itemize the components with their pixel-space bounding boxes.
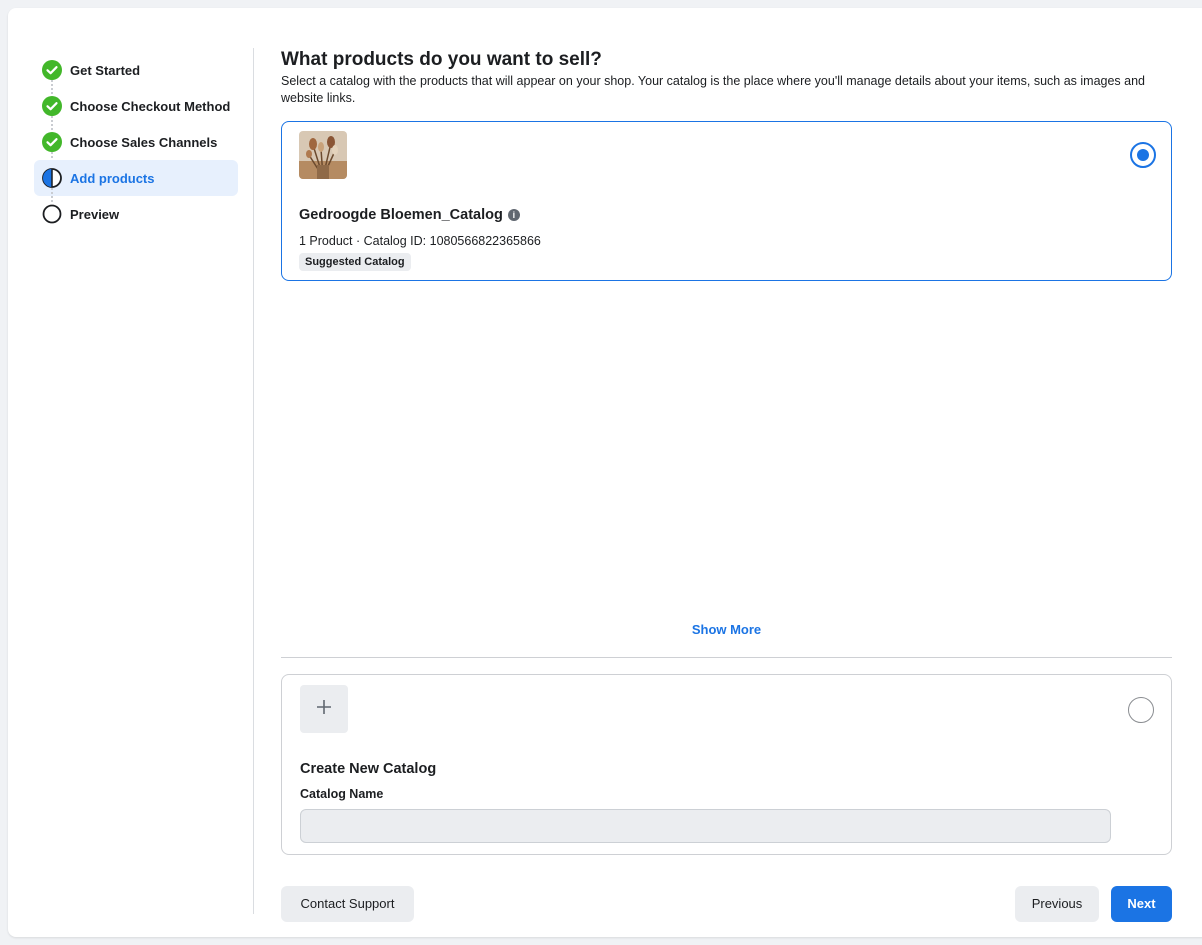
step-add-products[interactable]: Add products [34,160,238,204]
info-icon[interactable]: i [507,209,520,221]
catalog-option-card[interactable]: Gedroogde Bloemen_Catalog i 1 Product · … [281,121,1172,281]
step-label: Get Started [70,62,141,78]
catalog-name-text: Gedroogde Bloemen_Catalog [299,207,503,223]
catalog-name: Gedroogde Bloemen_Catalog i [299,207,520,223]
check-circle-icon [42,60,62,80]
step-label: Add products [70,170,155,186]
add-catalog-button[interactable] [300,685,348,733]
catalog-radio[interactable] [1130,142,1156,168]
shop-setup-card: Get Started Choose Checkout Method Choos… [8,8,1202,937]
catalog-thumbnail [299,131,347,179]
step-choose-checkout-method[interactable]: Choose Checkout Method [34,88,238,132]
contact-support-button[interactable]: Contact Support [281,886,414,922]
step-get-started[interactable]: Get Started [34,52,238,96]
page-title: What products do you want to sell? [281,49,602,70]
step-label: Choose Checkout Method [70,98,231,114]
suggested-badge: Suggested Catalog [299,253,411,271]
step-label: Preview [70,206,120,222]
setup-stepper: Get Started Choose Checkout Method Choos… [34,52,238,232]
create-catalog-title: Create New Catalog [300,761,437,777]
step-preview[interactable]: Preview [34,196,238,232]
catalog-name-input[interactable] [300,809,1111,843]
check-circle-icon [42,96,62,116]
next-button[interactable]: Next [1111,886,1172,922]
page-subtitle: Select a catalog with the products that … [281,74,1146,105]
step-choose-sales-channels[interactable]: Choose Sales Channels [34,124,238,168]
previous-button[interactable]: Previous [1015,886,1099,922]
section-divider [281,657,1172,658]
main-content: What products do you want to sell? Selec… [281,48,1173,922]
half-circle-icon [42,168,62,188]
empty-circle-icon [42,204,62,224]
create-catalog-card[interactable]: Create New Catalog Catalog Name [281,674,1172,855]
catalog-meta: 1 Product · Catalog ID: 1080566822365866 [299,234,541,248]
step-label: Choose Sales Channels [70,134,218,150]
catalog-name-label: Catalog Name [300,787,384,801]
show-more-link[interactable]: Show More [281,622,1172,637]
check-circle-icon [42,132,62,152]
sidebar-divider [253,48,254,914]
plus-icon [316,699,332,720]
create-catalog-radio[interactable] [1128,697,1154,723]
